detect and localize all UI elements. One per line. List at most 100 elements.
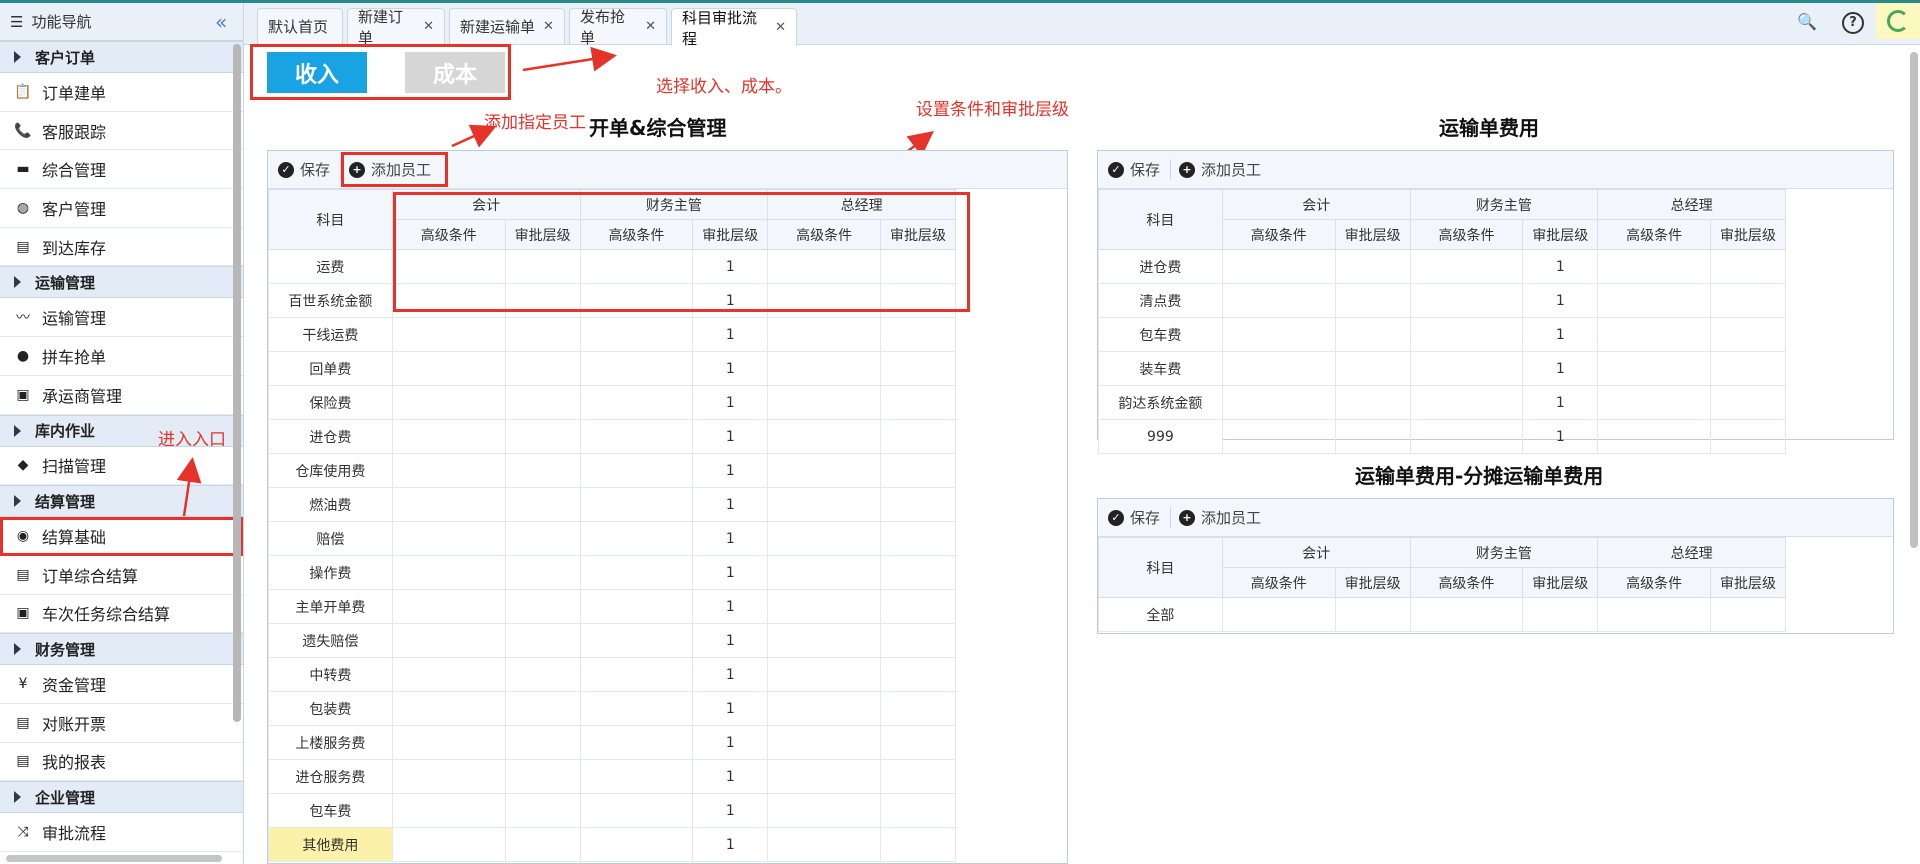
level-cell[interactable]	[880, 657, 956, 692]
condition-cell[interactable]	[391, 317, 506, 352]
level-cell[interactable]	[880, 623, 956, 658]
level-cell[interactable]: 1	[692, 725, 769, 760]
level-cell[interactable]: 1	[692, 453, 769, 488]
condition-cell[interactable]	[767, 351, 882, 386]
condition-cell[interactable]	[391, 419, 506, 454]
condition-cell[interactable]	[579, 453, 694, 488]
condition-cell[interactable]	[767, 623, 882, 658]
level-cell[interactable]: 1	[692, 759, 769, 794]
condition-cell[interactable]	[391, 385, 506, 420]
sidebar-group[interactable]: 运输管理	[0, 266, 243, 299]
level-cell[interactable]: 1	[692, 827, 769, 862]
condition-cell[interactable]	[1597, 283, 1712, 318]
sidebar-item[interactable]: 📋 订单建单	[0, 73, 243, 112]
double-chevron-left-icon[interactable]: «	[215, 10, 227, 34]
condition-cell[interactable]	[767, 657, 882, 692]
level-cell[interactable]	[880, 521, 956, 556]
sidebar-item[interactable]: ▬ 综合管理	[0, 150, 243, 190]
save-button[interactable]: ✓ 保存	[278, 159, 342, 180]
condition-cell[interactable]	[767, 487, 882, 522]
condition-cell[interactable]	[767, 793, 882, 828]
level-cell[interactable]	[504, 419, 581, 454]
condition-cell[interactable]	[1409, 419, 1524, 454]
level-cell[interactable]	[880, 453, 956, 488]
level-cell[interactable]	[1522, 597, 1599, 632]
close-icon[interactable]: ✕	[775, 20, 786, 35]
condition-cell[interactable]	[1221, 283, 1336, 318]
level-cell[interactable]	[1710, 419, 1786, 454]
condition-cell[interactable]	[1221, 351, 1336, 386]
sidebar-group[interactable]: 财务管理	[0, 633, 243, 666]
level-cell[interactable]	[504, 827, 581, 862]
level-cell[interactable]	[1710, 385, 1786, 420]
sidebar-item[interactable]: ◆ 扫描管理	[0, 447, 243, 486]
level-cell[interactable]: 1	[692, 657, 769, 692]
condition-cell[interactable]	[1409, 283, 1524, 318]
condition-cell[interactable]	[1221, 597, 1336, 632]
refresh-button[interactable]	[1876, 3, 1920, 39]
condition-cell[interactable]	[767, 759, 882, 794]
level-cell[interactable]: 1	[692, 521, 769, 556]
condition-cell[interactable]	[391, 657, 506, 692]
level-cell[interactable]	[1334, 283, 1411, 318]
condition-cell[interactable]	[579, 589, 694, 624]
level-cell[interactable]	[880, 691, 956, 726]
condition-cell[interactable]	[767, 555, 882, 590]
level-cell[interactable]	[504, 725, 581, 760]
condition-cell[interactable]	[391, 793, 506, 828]
level-cell[interactable]: 1	[692, 351, 769, 386]
level-cell[interactable]	[504, 589, 581, 624]
condition-cell[interactable]	[579, 657, 694, 692]
level-cell[interactable]	[504, 385, 581, 420]
level-cell[interactable]: 1	[692, 623, 769, 658]
condition-cell[interactable]	[1597, 385, 1712, 420]
level-cell[interactable]	[504, 623, 581, 658]
sidebar-item[interactable]: ▣ 车次任务综合结算	[0, 595, 243, 634]
condition-cell[interactable]	[391, 691, 506, 726]
level-cell[interactable]	[504, 351, 581, 386]
level-cell[interactable]: 1	[692, 555, 769, 590]
tab[interactable]: 新建运输单 ✕	[449, 8, 565, 44]
sidebar-item[interactable]: 〰运输管理	[0, 298, 243, 338]
income-button[interactable]: 收入	[267, 52, 367, 93]
sidebar-scrollbar[interactable]	[233, 44, 241, 722]
level-cell[interactable]: 1	[692, 487, 769, 522]
level-cell[interactable]	[504, 657, 581, 692]
level-cell[interactable]: 1	[1522, 317, 1599, 352]
condition-cell[interactable]	[579, 385, 694, 420]
condition-cell[interactable]	[1409, 317, 1524, 352]
condition-cell[interactable]	[1409, 597, 1524, 632]
condition-cell[interactable]	[1221, 385, 1336, 420]
condition-cell[interactable]	[767, 725, 882, 760]
level-cell[interactable]	[1334, 351, 1411, 386]
level-cell[interactable]	[880, 827, 956, 862]
condition-cell[interactable]	[391, 453, 506, 488]
level-cell[interactable]	[504, 793, 581, 828]
condition-cell[interactable]	[579, 317, 694, 352]
condition-cell[interactable]	[767, 419, 882, 454]
condition-cell[interactable]	[1597, 419, 1712, 454]
condition-cell[interactable]	[1597, 597, 1712, 632]
level-cell[interactable]	[504, 317, 581, 352]
level-cell[interactable]: 1	[1522, 283, 1599, 318]
condition-cell[interactable]	[391, 521, 506, 556]
sidebar-item[interactable]: ◉ 结算基础	[0, 517, 243, 556]
level-cell[interactable]	[880, 725, 956, 760]
condition-cell[interactable]	[391, 351, 506, 386]
add-staff-button[interactable]: + 添加员工	[1179, 159, 1271, 180]
condition-cell[interactable]	[391, 589, 506, 624]
sidebar-horizontal-scrollbar[interactable]	[6, 855, 222, 862]
level-cell[interactable]	[1710, 597, 1786, 632]
condition-cell[interactable]	[1221, 317, 1336, 352]
tab[interactable]: 新建订单 ✕	[347, 8, 445, 47]
condition-cell[interactable]	[391, 759, 506, 794]
condition-cell[interactable]	[1597, 249, 1712, 284]
condition-cell[interactable]	[1409, 249, 1524, 284]
condition-cell[interactable]	[579, 623, 694, 658]
condition-cell[interactable]	[579, 827, 694, 862]
level-cell[interactable]: 1	[1522, 385, 1599, 420]
level-cell[interactable]	[1710, 351, 1786, 386]
level-cell[interactable]	[880, 589, 956, 624]
condition-cell[interactable]	[391, 827, 506, 862]
tab[interactable]: 发布抢单 ✕	[569, 8, 667, 47]
